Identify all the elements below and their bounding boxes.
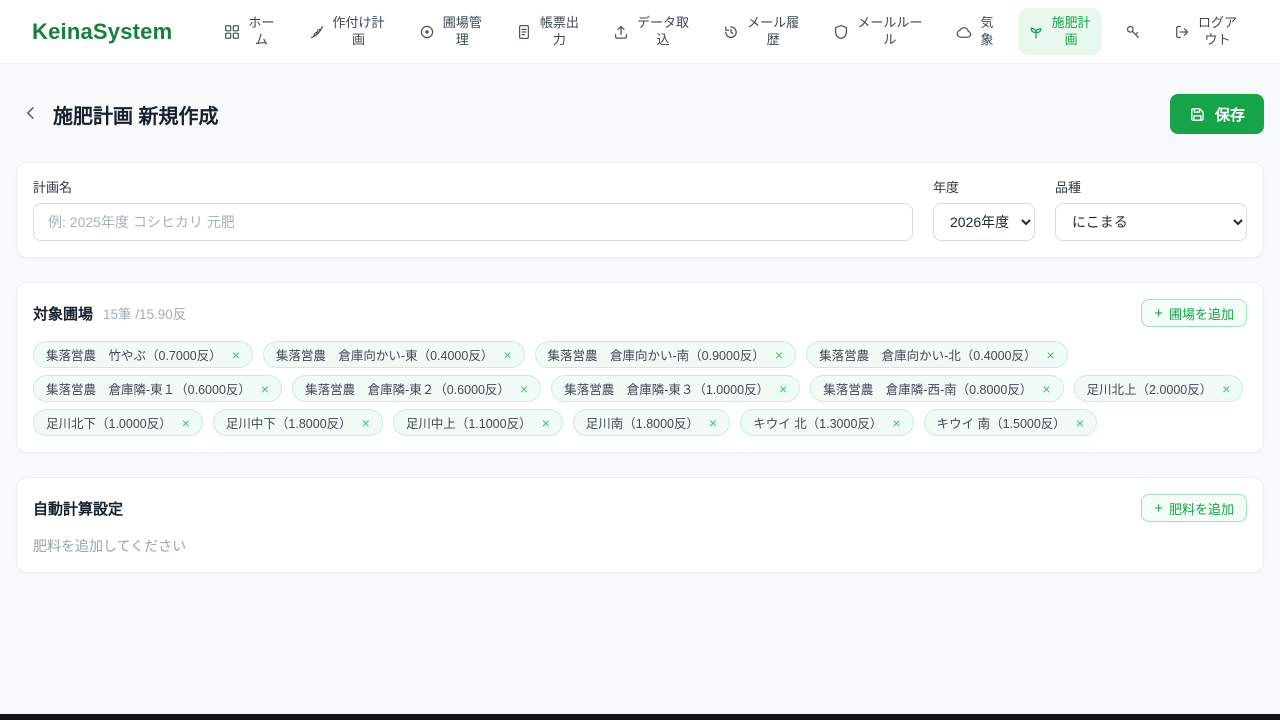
field-chip: 足川北下（1.0000反） × [33,409,203,436]
remove-field-icon[interactable]: × [779,382,787,396]
remove-field-icon[interactable]: × [362,416,370,430]
nav-item-mail-history[interactable]: メール履歴 [713,8,810,56]
nav-item-field-management[interactable]: 圃場管理 [409,8,493,56]
field-chip: 足川南（1.8000反） × [572,409,731,436]
save-button-label: 保存 [1214,106,1245,124]
variety-select[interactable]: にこまる [1055,203,1247,241]
shield-icon [833,24,849,40]
remove-field-icon[interactable]: × [520,382,528,396]
plan-form-card: 計画名 年度 2026年度 品種 にこまる [16,162,1264,258]
save-button[interactable]: 保存 [1169,94,1264,134]
target-fields-card: 対象圃場 15筆 /15.90反 + 圃場を追加 集落営農 竹やぶ（0.7000… [16,282,1264,453]
add-field-button[interactable]: + 圃場を追加 [1141,299,1247,327]
field-chip: 集落営農 倉庫向かい-南（0.9000反） × [534,341,797,368]
nav-item-password-key[interactable] [1115,17,1151,47]
main-content: 施肥計画 新規作成 保存 計画名 年度 2026年度 品種 に [0,94,1280,573]
target-fields-header: 対象圃場 15筆 /15.90反 + 圃場を追加 [33,299,1247,327]
field-chip: キウイ 北（1.3000反） × [740,409,914,436]
remove-field-icon[interactable]: × [261,382,269,396]
nav-item-label: データ取込 [637,14,690,47]
field-chip: 足川中下（1.8000反） × [212,409,383,436]
plan-name-input[interactable] [33,203,913,241]
plus-icon: + [1154,499,1163,517]
nav-item-label: 施肥計画 [1051,14,1091,47]
seedling-icon [1028,24,1044,40]
map-pin-icon [419,24,435,40]
remove-field-icon[interactable]: × [1222,382,1230,396]
nav-item-label: 圃場管理 [442,14,482,47]
field-chip-list: 集落営農 竹やぶ（0.7000反） × 集落営農 倉庫向かい-東（0.4000反）… [33,341,1247,436]
field-chip: 集落営農 倉庫隣-東２（0.6000反） × [292,375,542,402]
grid-icon [224,24,240,40]
remove-field-icon[interactable]: × [503,348,511,362]
add-field-label: 圃場を追加 [1168,306,1234,322]
nav-item-weather[interactable]: 気象 [946,8,1004,56]
nav-item-report-output[interactable]: 帳票出力 [506,8,590,56]
document-icon [516,24,532,40]
back-button[interactable] [16,99,46,129]
nav-item-logout[interactable]: ログアウト [1164,8,1248,56]
remove-field-icon[interactable]: × [892,416,900,430]
year-label: 年度 [933,180,960,195]
remove-field-icon[interactable]: × [1042,382,1050,396]
nav-item-fertilization-plan[interactable]: 施肥計画 [1017,7,1102,56]
field-chip: 足川中上（1.1000反） × [392,409,563,436]
remove-field-icon[interactable]: × [542,416,550,430]
cloud-icon [956,24,972,40]
variety-label: 品種 [1055,180,1082,195]
remove-field-icon[interactable]: × [709,416,717,430]
nav-item-label: メール履歴 [747,14,800,47]
auto-calc-card: 自動計算設定 + 肥料を追加 肥料を追加してください [16,477,1264,573]
auto-calc-title: 自動計算設定 [33,500,124,518]
wheat-icon [309,24,325,40]
remove-field-icon[interactable]: × [1076,416,1084,430]
nav-item-data-import[interactable]: データ取込 [603,8,700,56]
upload-icon [613,24,629,40]
nav-item-planting-plan[interactable]: 作付け計画 [299,8,396,56]
nav-item-label: 気象 [980,14,994,47]
fertilizer-empty-message: 肥料を追加してください [33,538,187,554]
nav-item-mail-rules[interactable]: メールルール [823,8,933,56]
field-chip: 集落営農 倉庫隣-東３（1.0000反） × [551,375,801,402]
field-chip: 集落営農 倉庫隣-西-南（0.8000反） × [810,375,1064,402]
variety-group: 品種 にこまる [1055,177,1247,241]
plan-name-group: 計画名 [33,177,913,241]
target-fields-summary: 15筆 /15.90反 [103,307,187,322]
save-icon [1189,106,1206,123]
auto-calc-header: 自動計算設定 + 肥料を追加 [33,494,1247,522]
remove-field-icon[interactable]: × [775,348,783,362]
year-group: 年度 2026年度 [933,177,1035,241]
field-chip: キウイ 南（1.5000反） × [923,409,1097,436]
page-header: 施肥計画 新規作成 保存 [16,94,1264,134]
top-navigation: KeinaSystem ホーム 作付け計画 圃場管理 帳票出力 データ取込 メー… [0,0,1280,64]
logout-icon [1174,24,1190,40]
year-select[interactable]: 2026年度 [933,203,1035,241]
nav-item-home[interactable]: ホーム [214,8,285,56]
plan-name-label: 計画名 [33,180,73,195]
target-fields-title: 対象圃場 [33,305,94,323]
page-title: 施肥計画 新規作成 [53,105,219,128]
nav-item-label: 作付け計画 [332,14,385,47]
field-chip: 集落営農 倉庫向かい-北（0.4000反） × [806,341,1068,368]
nav-item-label: 帳票出力 [539,14,579,47]
field-chip: 集落営農 倉庫向かい-東（0.4000反） × [262,341,525,368]
nav-item-label: ホーム [248,14,275,47]
remove-field-icon[interactable]: × [232,348,240,362]
field-chip: 足川北上（2.0000反） × [1073,375,1244,402]
screen-bottom-edge [0,714,1280,720]
nav-list: ホーム 作付け計画 圃場管理 帳票出力 データ取込 メール履歴 メールルール 気… [214,7,1248,56]
plus-icon: + [1154,304,1163,322]
chevron-left-icon [23,105,39,124]
field-chip: 集落営農 倉庫隣-東１（0.6000反） × [33,375,283,402]
nav-item-label: メールルール [857,14,923,47]
field-chip: 集落営農 竹やぶ（0.7000反） × [33,341,253,368]
history-icon [723,24,739,40]
add-fertilizer-label: 肥料を追加 [1168,501,1234,517]
remove-field-icon[interactable]: × [182,416,190,430]
add-fertilizer-button[interactable]: + 肥料を追加 [1141,494,1247,522]
brand-logo[interactable]: KeinaSystem [32,19,172,45]
key-icon [1125,24,1141,40]
remove-field-icon[interactable]: × [1047,348,1055,362]
nav-item-label: ログアウト [1197,14,1237,47]
